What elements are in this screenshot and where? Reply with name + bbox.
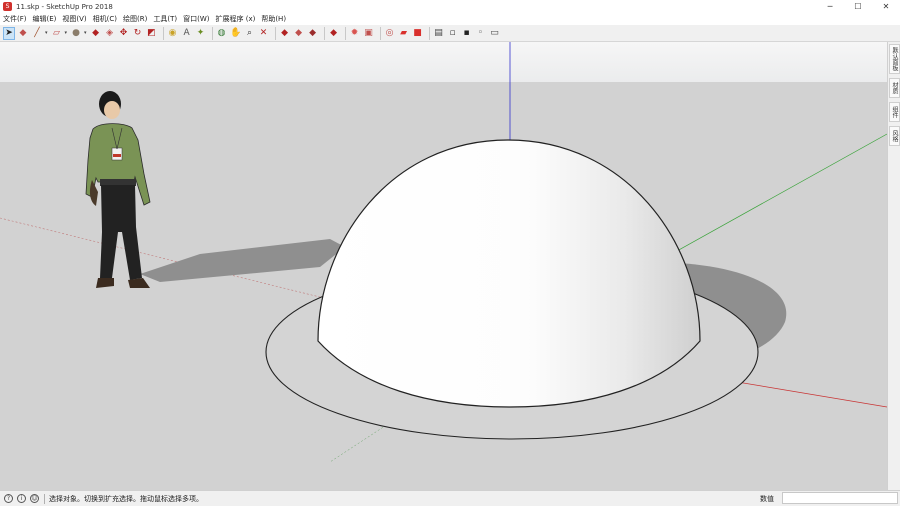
back-view-icon[interactable]: ▭ (489, 27, 501, 40)
style-builder-icon[interactable]: ◎ (384, 27, 396, 40)
rotate-tool-icon[interactable]: ↻ (132, 27, 144, 40)
text-tool-icon[interactable]: A (181, 27, 193, 40)
select-tool-icon[interactable]: ➤ (3, 26, 15, 40)
tape-measure-icon[interactable]: ◉ (167, 27, 179, 40)
tray-tab-default[interactable]: 默认面板 (889, 44, 900, 74)
close-button[interactable]: ✕ (872, 0, 900, 13)
default-tray-panel: 默认面板 材质 组件 风格 (887, 42, 900, 490)
credits-icon[interactable]: i (17, 494, 26, 503)
top-view-icon[interactable]: ▪ (461, 27, 473, 40)
toolbar-separator (428, 26, 430, 40)
scale-tool-icon[interactable]: ◩ (146, 27, 158, 40)
menu-extensions[interactable]: 扩展程序 (x) (215, 14, 255, 24)
camera-icon[interactable]: ■ (412, 27, 424, 40)
window-controls: ─ ☐ ✕ (816, 0, 900, 13)
orbit-tool-icon[interactable]: ◍ (216, 27, 228, 40)
paint-bucket-icon[interactable]: ● (70, 27, 82, 40)
title-bar: S 11.skp - SketchUp Pro 2018 ─ ☐ ✕ (0, 0, 900, 13)
main-toolbar: ➤ ◆ ╱ ▾ ▱ ▾ ● ▾ ◆ ◈ ✥ ↻ ◩ ◉ A ✦ ◍ ✋ ⌕ ✕ ◆ ◆ ◆ ◆ ✹ ▣ ◎ ▰ ■ ▤ ▫ ▪ ◦ ▭ (0, 25, 900, 42)
menu-help[interactable]: 帮助(H) (261, 14, 286, 24)
warehouse-icon[interactable]: ◆ (279, 27, 291, 40)
folder-icon[interactable]: ▰ (398, 27, 410, 40)
chevron-down-icon[interactable]: ▾ (45, 30, 48, 36)
pan-tool-icon[interactable]: ✋ (230, 27, 242, 40)
front-view-icon[interactable]: ▫ (447, 27, 459, 40)
toolbar-separator (162, 26, 164, 40)
eraser-tool-icon[interactable]: ◆ (17, 27, 29, 40)
measurements-label: 数值 (760, 495, 774, 503)
geolocation-icon[interactable]: ? (4, 494, 13, 503)
tray-tab-components[interactable]: 组件 (889, 102, 900, 122)
toolbar-separator (379, 26, 381, 40)
menu-tools[interactable]: 工具(T) (153, 14, 177, 24)
measurements-input[interactable] (782, 492, 898, 504)
sketchup-logo-icon: S (3, 2, 12, 11)
status-message: 选择对象。切换到扩充选择。拖动鼠标选择多项。 (49, 494, 203, 503)
iso-view-icon[interactable]: ▤ (433, 27, 445, 40)
shapes-tool-icon[interactable]: ▱ (51, 27, 63, 40)
status-separator (44, 493, 45, 504)
maximize-button[interactable]: ☐ (844, 0, 872, 13)
menu-window[interactable]: 窗口(W) (183, 14, 209, 24)
components-icon[interactable]: ◆ (293, 27, 305, 40)
menu-edit[interactable]: 编辑(E) (33, 14, 57, 24)
menu-camera[interactable]: 相机(C) (93, 14, 117, 24)
chevron-down-icon[interactable]: ▾ (84, 30, 87, 36)
toolbar-separator (344, 26, 346, 40)
toolbar-separator (274, 26, 276, 40)
tray-tab-styles[interactable]: 风格 (889, 126, 900, 146)
zoom-tool-icon[interactable]: ⌕ (244, 27, 256, 40)
user-icon[interactable]: ☺ (30, 494, 39, 503)
toolbar-separator (211, 26, 213, 40)
menu-draw[interactable]: 绘图(R) (123, 14, 147, 24)
extension-warehouse-icon[interactable]: ◆ (307, 27, 319, 40)
layout-icon[interactable]: ◆ (328, 27, 340, 40)
line-tool-icon[interactable]: ╱ (31, 27, 43, 40)
sun-settings-icon[interactable]: ✹ (349, 27, 361, 40)
zoom-extents-icon[interactable]: ✕ (258, 27, 270, 40)
menu-bar: 文件(F) 编辑(E) 视图(V) 相机(C) 绘图(R) 工具(T) 窗口(W… (0, 13, 900, 25)
chevron-down-icon[interactable]: ▾ (65, 30, 68, 36)
viewport-canvas (0, 42, 887, 490)
status-bar: ? i ☺ 选择对象。切换到扩充选择。拖动鼠标选择多项。 数值 (0, 490, 900, 506)
minimize-button[interactable]: ─ (816, 0, 844, 13)
model-viewport[interactable] (0, 42, 887, 490)
right-view-icon[interactable]: ◦ (475, 27, 487, 40)
section-plane-icon[interactable]: ▣ (363, 27, 375, 40)
menu-file[interactable]: 文件(F) (3, 14, 27, 24)
move-tool-icon[interactable]: ✥ (118, 27, 130, 40)
tray-tab-materials[interactable]: 材质 (889, 78, 900, 98)
sky-background (0, 42, 887, 82)
push-pull-icon[interactable]: ◆ (90, 27, 102, 40)
toolbar-separator (323, 26, 325, 40)
window-title: 11.skp - SketchUp Pro 2018 (16, 2, 113, 11)
offset-tool-icon[interactable]: ◈ (104, 27, 116, 40)
axes-tool-icon[interactable]: ✦ (195, 27, 207, 40)
menu-view[interactable]: 视图(V) (62, 14, 86, 24)
